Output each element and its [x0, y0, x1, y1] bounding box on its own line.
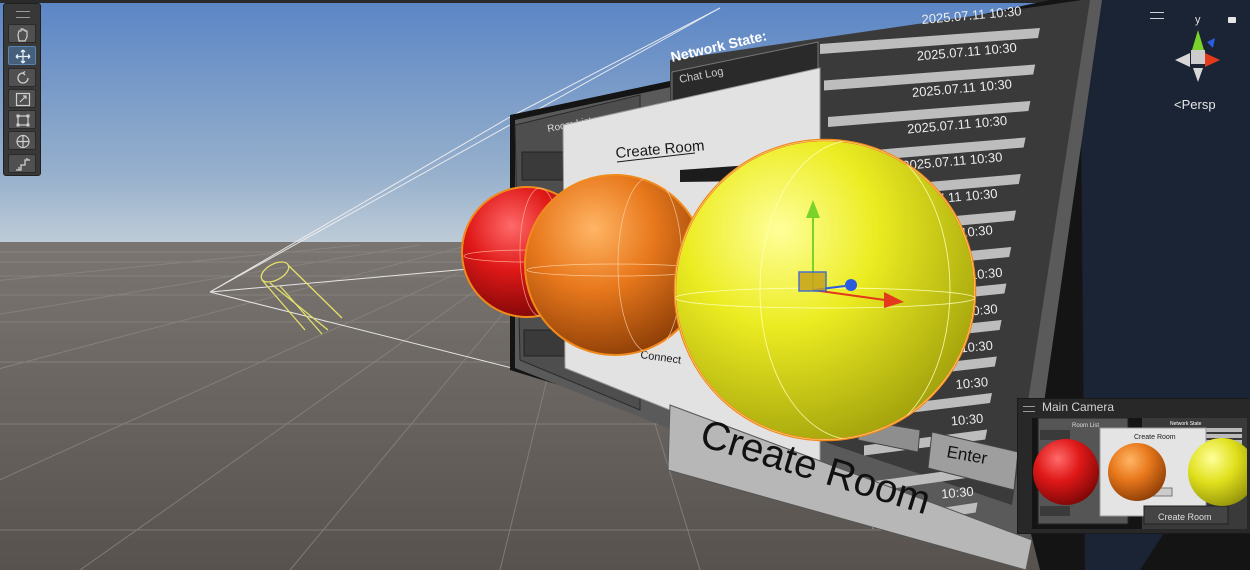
move-tool-button[interactable]: [8, 46, 36, 65]
camera-preview-view: Room List Network State Create Room Crea…: [1032, 418, 1247, 529]
camera-preview-title: Main Camera: [1042, 400, 1115, 414]
preview-create-room-title: Create Room: [1134, 434, 1176, 441]
tool-palette-grip-icon[interactable]: [16, 11, 30, 18]
plane-handle[interactable]: [798, 271, 827, 292]
gizmo-y-label: y: [1195, 14, 1201, 26]
orientation-gizmo-panel: y <Persp: [1140, 4, 1250, 134]
orientation-gizmo[interactable]: y: [1165, 12, 1250, 97]
preview-network-state-label: Network State: [1170, 421, 1202, 427]
projection-toggle[interactable]: <Persp: [1174, 97, 1216, 112]
z-axis-handle[interactable]: [845, 279, 857, 291]
overlay-grip-icon[interactable]: [1023, 406, 1035, 412]
chat-timestamp: 10:30: [941, 484, 975, 502]
chat-timestamp: 10:30: [955, 374, 989, 392]
tool-palette: [3, 3, 41, 176]
custom-tool-button[interactable]: [8, 154, 36, 173]
hand-tool-button[interactable]: [8, 24, 36, 43]
gizmo-x-cone-icon[interactable]: [1205, 53, 1220, 67]
gizmo-z-cone-icon[interactable]: [1207, 38, 1215, 48]
preview-room-list-label: Room List: [1072, 423, 1099, 429]
gizmo-center-icon[interactable]: [1191, 50, 1205, 64]
rotate-tool-button[interactable]: [8, 68, 36, 87]
transform-tool-button[interactable]: [8, 131, 36, 150]
rect-tool-button[interactable]: [8, 110, 36, 129]
chat-timestamp: 10:30: [950, 411, 984, 429]
gizmo-negy-cone-icon[interactable]: [1193, 68, 1203, 82]
preview-orange-sphere: [1108, 443, 1166, 501]
gizmo-negx-cone-icon[interactable]: [1175, 53, 1190, 67]
preview-red-sphere: [1033, 439, 1099, 505]
gizmo-y-cone-icon[interactable]: [1192, 30, 1204, 50]
scale-tool-button[interactable]: [8, 89, 36, 108]
camera-preview-overlay: Main Camera Room List Network State Crea…: [1017, 398, 1250, 534]
preview-create-room-button: Create Room: [1158, 512, 1212, 522]
room-list-item[interactable]: [521, 151, 569, 181]
gizmo-grip-icon[interactable]: [1150, 12, 1164, 19]
